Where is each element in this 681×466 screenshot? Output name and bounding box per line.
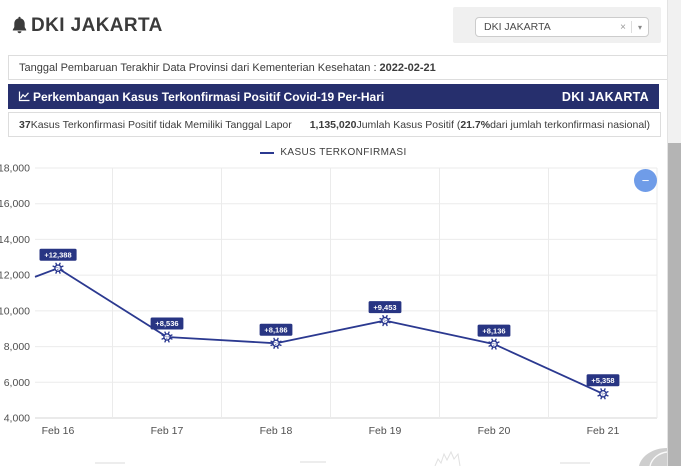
legend-line-swatch: [260, 152, 274, 154]
page-title: DKI JAKARTA: [31, 15, 163, 37]
bell-icon: [10, 16, 29, 37]
banner-title: Perkembangan Kasus Terkonfirmasi Positif…: [33, 90, 384, 104]
x-axis-tick: Feb 19: [369, 425, 402, 437]
data-point-label: +5,358: [587, 374, 620, 386]
data-point-label: +8,536: [151, 318, 184, 330]
y-axis-tick: 16,000: [0, 198, 30, 210]
y-axis-tick: 14,000: [0, 234, 30, 246]
y-axis-tick: 18,000: [0, 163, 30, 175]
line-chart-icon: [18, 91, 30, 102]
clear-icon[interactable]: ×: [615, 22, 631, 33]
stats-right: 1,135,020Jumlah Kasus Positif (21.7%dari…: [310, 119, 650, 131]
y-axis-tick: 6,000: [4, 377, 30, 389]
national-share-label: dari jumlah terkonfirmasi nasional): [490, 119, 650, 131]
chart-legend[interactable]: KASUS TERKONFIRMASI: [0, 147, 667, 158]
legend-label: KASUS TERKONFIRMASI: [280, 147, 406, 158]
stats-bar: 37Kasus Terkonfirmasi Positif tidak Memi…: [8, 112, 661, 137]
header-logo: DKI JAKARTA: [10, 15, 163, 37]
scrollbar-thumb[interactable]: [668, 143, 681, 466]
update-bar: Tanggal Pembaruan Terakhir Data Provinsi…: [8, 55, 669, 80]
data-point-marker[interactable]: [598, 389, 608, 399]
series-line: [35, 268, 603, 394]
data-point-label: +12,388: [40, 249, 77, 261]
data-point-marker[interactable]: [162, 332, 172, 342]
svg-text:+12,388: +12,388: [44, 250, 71, 259]
chevron-down-icon[interactable]: ▾: [632, 23, 648, 32]
x-axis-tick: Feb 20: [478, 425, 511, 437]
region-filter-box: DKI JAKARTA × ▾: [453, 7, 661, 43]
total-cases-label: Jumlah Kasus Positif (: [356, 119, 460, 131]
y-axis-tick: 8,000: [4, 341, 30, 353]
region-select[interactable]: DKI JAKARTA × ▾: [475, 17, 649, 37]
data-point-label: +8,186: [260, 324, 293, 336]
x-axis-tick: Feb 18: [260, 425, 293, 437]
data-point-marker[interactable]: [53, 263, 63, 273]
svg-text:+9,453: +9,453: [373, 303, 396, 312]
line-chart[interactable]: 18,000 16,000 14,000 12,000 10,000 8,000 6,000…: [0, 160, 667, 466]
no-report-count: 37: [19, 119, 31, 131]
data-point-label: +8,136: [478, 325, 511, 337]
data-point-label: +9,453: [369, 301, 402, 313]
stats-left: 37Kasus Terkonfirmasi Positif tidak Memi…: [19, 119, 292, 131]
collapse-button[interactable]: −: [634, 169, 657, 192]
region-select-value: DKI JAKARTA: [476, 21, 615, 33]
x-axis-tick: Feb 21: [587, 425, 620, 437]
no-report-label: Kasus Terkonfirmasi Positif tidak Memili…: [31, 119, 292, 131]
data-point-marker[interactable]: [380, 316, 390, 326]
svg-text:+8,536: +8,536: [155, 319, 178, 328]
update-label: Tanggal Pembaruan Terakhir Data Provinsi…: [19, 62, 377, 74]
svg-text:+8,136: +8,136: [482, 326, 505, 335]
y-axis-tick: 4,000: [4, 413, 30, 425]
x-axis-tick: Feb 16: [42, 425, 75, 437]
x-axis-tick: Feb 17: [151, 425, 184, 437]
update-date: 2022-02-21: [380, 62, 436, 74]
data-point-marker[interactable]: [489, 339, 499, 349]
page: { "colors": { "navy": "#262f6d", "line":…: [0, 0, 681, 466]
total-cases-value: 1,135,020: [310, 119, 357, 131]
svg-text:+8,186: +8,186: [264, 325, 287, 334]
minus-icon: −: [642, 173, 650, 188]
y-axis-tick: 10,000: [0, 305, 30, 317]
svg-text:+5,358: +5,358: [591, 376, 614, 385]
banner-region: DKI JAKARTA: [562, 90, 649, 104]
section-banner: Perkembangan Kasus Terkonfirmasi Positif…: [8, 84, 659, 109]
y-axis-tick: 12,000: [0, 270, 30, 282]
national-share-pct: 21.7%: [460, 119, 490, 131]
